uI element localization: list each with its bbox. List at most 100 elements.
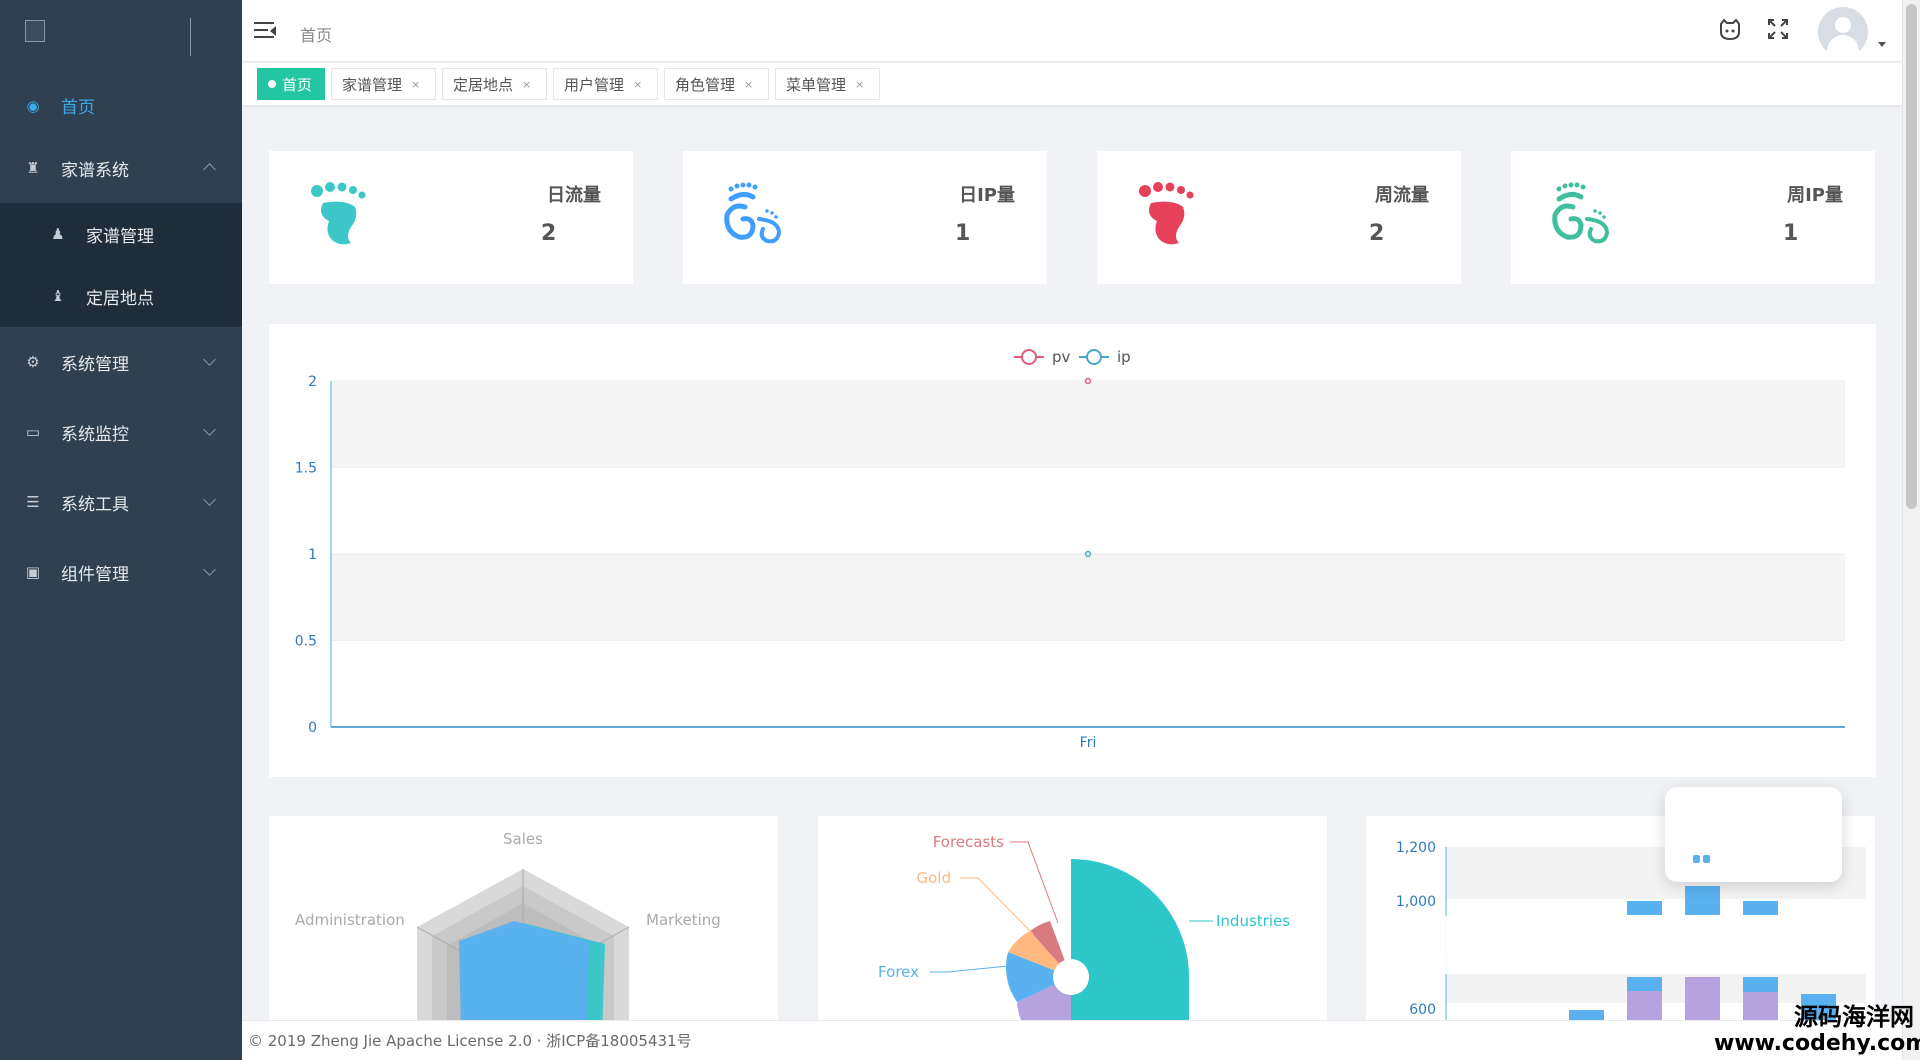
sidebar-item-label: 组件管理: [61, 564, 129, 585]
tab-menu-manage[interactable]: 菜单管理 ×: [775, 68, 880, 100]
tab-home[interactable]: 首页: [257, 68, 325, 100]
pie-label: Gold: [917, 869, 952, 887]
stat-card-daily-ip: 日IP量 1: [683, 151, 1047, 284]
footprint-icon: [311, 182, 366, 245]
radar-indicator-label: Administration: [295, 911, 405, 929]
active-dot-icon: [268, 80, 276, 88]
caret-down-icon[interactable]: [1878, 42, 1886, 47]
data-point-ip: [1084, 550, 1092, 558]
page-scrollbar[interactable]: [1902, 0, 1920, 1060]
pie-label: Forex: [878, 963, 919, 981]
radar-indicator-label: Sales: [503, 830, 543, 848]
sidebar-item-home[interactable]: ◉ 首页: [0, 78, 242, 133]
chevron-up-icon: [203, 163, 216, 176]
footprint-icon: [1139, 182, 1194, 245]
sidebar-item-system-monitor[interactable]: ▭ 系统监控: [0, 397, 242, 467]
tab-label: 首页: [282, 75, 313, 94]
tab-settlement[interactable]: 定居地点 ×: [442, 68, 547, 100]
legend-marker: [1021, 349, 1037, 365]
sidebar-item-label: 系统监控: [61, 424, 129, 445]
pie-label-line: [930, 965, 1009, 973]
watermark-line2: www.codehy.com: [1714, 1031, 1920, 1056]
tabs-bar: 首页 家谱管理 × 定居地点 × 用户管理 × 角色管理 × 菜单管理 ×: [242, 63, 1902, 105]
logo-image: [25, 20, 45, 42]
sidebar-item-genealogy[interactable]: ♜ 家谱系统: [0, 133, 242, 203]
chevron-down-icon: [203, 353, 216, 366]
bigfoot-icon: [724, 182, 782, 244]
y-tick-label: 1.5: [295, 461, 317, 477]
sidebar-item-settlement[interactable]: ♝ 定居地点: [0, 265, 242, 327]
tab-label: 定居地点: [453, 75, 514, 94]
briefcase-icon: ▣: [25, 563, 41, 581]
tab-genealogy-manage[interactable]: 家谱管理 ×: [331, 68, 436, 100]
close-icon[interactable]: ×: [633, 78, 642, 91]
close-icon[interactable]: ×: [522, 78, 531, 91]
pie-label-line: [1010, 841, 1059, 924]
bar: [1627, 991, 1662, 1020]
user-tie-icon: ♝: [51, 287, 65, 305]
data-point-pv: [1084, 377, 1092, 385]
legend-marker: [1086, 349, 1102, 365]
top-header: 首页: [242, 0, 1902, 62]
sidebar-item-label: 家谱管理: [86, 226, 154, 247]
stat-value: 2: [1369, 221, 1385, 246]
watermark-line1: 源码海洋网: [1794, 1003, 1914, 1031]
y-tick-label: 600: [1409, 1002, 1436, 1018]
sidebar: ◉ 首页 ♜ 家谱系统 ♟ 家谱管理 ♝ 定居地点 ⚙ 系统管理 ▭ 系统监控 …: [0, 0, 242, 1060]
gear-icon: ⚙: [26, 353, 40, 371]
y-tick-label: 1: [308, 547, 317, 563]
x-tick-label: Fri: [1080, 735, 1097, 751]
fullscreen-icon[interactable]: [1764, 17, 1792, 45]
user-group-icon: ♜: [26, 159, 40, 177]
dashboard-icon: ◉: [26, 96, 40, 115]
watermark: 源码海洋网 www.codehy.com: [1714, 1003, 1920, 1057]
toolbox-icon: ☰: [26, 493, 40, 511]
radar-indicator-label: Marketing: [646, 911, 721, 929]
github-icon[interactable]: [1716, 17, 1744, 45]
breadcrumb: 首页: [300, 26, 333, 45]
avatar[interactable]: [1818, 7, 1868, 57]
pie-label: Industries: [1216, 912, 1290, 930]
sidebar-item-label: 系统管理: [61, 354, 129, 375]
y-tick-label: 2: [308, 374, 317, 390]
line-chart: 0 0.5 1 1.5 2 Fri pv ip: [295, 348, 1845, 751]
close-icon[interactable]: ×: [855, 78, 864, 91]
sidebar-item-system-manage[interactable]: ⚙ 系统管理: [0, 327, 242, 397]
close-icon[interactable]: ×: [744, 78, 753, 91]
stat-card-weekly-ip: 周IP量 1: [1511, 151, 1875, 284]
sidebar-item-genealogy-manage[interactable]: ♟ 家谱管理: [0, 203, 242, 265]
sidebar-item-label: 系统工具: [61, 494, 129, 515]
tab-role-manage[interactable]: 角色管理 ×: [664, 68, 769, 100]
chevron-down-icon: [203, 423, 216, 436]
tab-user-manage[interactable]: 用户管理 ×: [553, 68, 658, 100]
radar-chart-card: Sales Administration Marketing: [269, 816, 778, 1020]
line-chart-card: 0 0.5 1 1.5 2 Fri pv ip: [269, 324, 1876, 777]
sidebar-item-label: 定居地点: [86, 288, 154, 309]
logo-area: [0, 0, 242, 78]
sidebar-item-label: 首页: [61, 98, 95, 118]
footer: © 2019 Zheng Jie Apache License 2.0 · 浙I…: [242, 1020, 1902, 1060]
sidebar-item-system-tools[interactable]: ☰ 系统工具: [0, 467, 242, 537]
pie-chart-card: Industries Forecasts Gold Forex: [818, 816, 1327, 1020]
floating-popup[interactable]: [1665, 787, 1842, 882]
users-icon: ♟: [51, 225, 65, 243]
stat-label: 日流量: [547, 185, 601, 206]
radar-chart: Sales Administration Marketing: [295, 830, 721, 1020]
bar: [1569, 1010, 1604, 1020]
stat-label: 日IP量: [959, 185, 1015, 206]
monitor-icon: ▭: [25, 423, 41, 441]
tab-label: 用户管理: [564, 75, 625, 94]
bar: [1685, 886, 1720, 915]
pie-hole: [1053, 959, 1089, 995]
divider: [190, 18, 191, 56]
bar: [1743, 901, 1778, 915]
sidebar-item-components[interactable]: ▣ 组件管理: [0, 537, 242, 607]
pie-chart: Industries Forecasts Gold Forex: [878, 833, 1290, 1020]
scrollbar-thumb[interactable]: [1906, 4, 1917, 509]
grid-band: [331, 554, 1845, 641]
chevron-down-icon: [203, 563, 216, 576]
menu-toggle-icon[interactable]: [254, 22, 276, 40]
close-icon[interactable]: ×: [411, 78, 420, 91]
bar: [1627, 901, 1662, 915]
tab-label: 角色管理: [675, 75, 736, 94]
